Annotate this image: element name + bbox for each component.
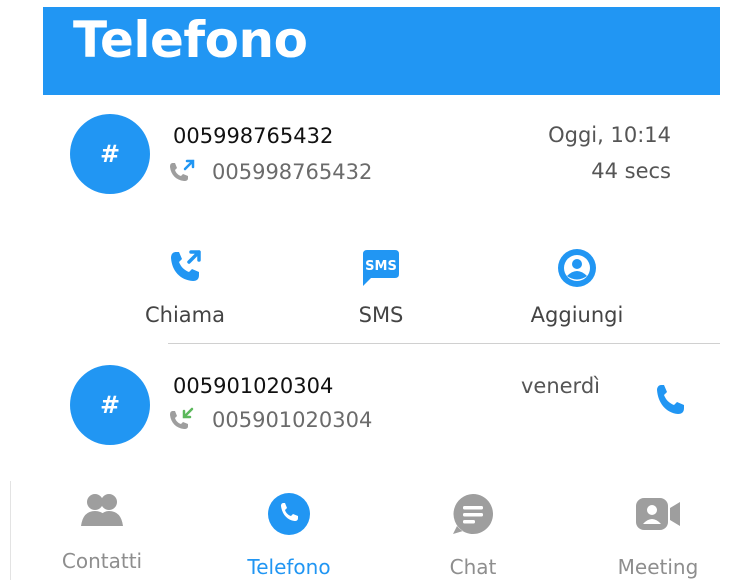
add-contact-action-button[interactable]: Aggiungi bbox=[507, 246, 647, 327]
avatar: # bbox=[70, 114, 150, 194]
incoming-call-icon bbox=[166, 406, 200, 439]
call-date: Oggi, 10:14 bbox=[548, 123, 671, 147]
nav-label-contacts: Contatti bbox=[61, 549, 143, 573]
app-header: Telefono bbox=[43, 7, 720, 95]
page-title: Telefono bbox=[73, 11, 308, 69]
sms-action-button[interactable]: SMS SMS bbox=[311, 246, 451, 327]
sms-icon-text: SMS bbox=[365, 259, 397, 274]
call-action-button[interactable]: Chiama bbox=[115, 246, 255, 327]
call-number: 005901020304 bbox=[173, 374, 334, 398]
call-duration: 44 secs bbox=[591, 159, 671, 183]
nav-tab-meeting[interactable]: Meeting bbox=[583, 492, 733, 579]
nav-label-phone: Telefono bbox=[247, 555, 331, 579]
sms-action-label: SMS bbox=[358, 303, 404, 327]
divider bbox=[168, 343, 720, 344]
phone-icon bbox=[267, 493, 311, 540]
nav-tab-chat[interactable]: Chat bbox=[398, 492, 548, 579]
avatar: # bbox=[70, 365, 150, 445]
outgoing-call-icon bbox=[166, 158, 200, 191]
nav-tab-contacts[interactable]: Contatti bbox=[27, 492, 177, 573]
call-number: 005998765432 bbox=[173, 124, 334, 148]
call-date: venerdì bbox=[520, 374, 600, 398]
contacts-icon bbox=[78, 494, 126, 534]
call-outgoing-icon bbox=[165, 250, 205, 294]
nav-label-meeting: Meeting bbox=[617, 555, 699, 579]
add-contact-action-label: Aggiungi bbox=[530, 303, 624, 327]
add-contact-icon bbox=[555, 249, 599, 294]
call-back-icon[interactable] bbox=[652, 381, 692, 426]
call-sub-number: 005998765432 bbox=[212, 160, 373, 184]
chat-icon bbox=[451, 494, 495, 540]
call-sub-number: 005901020304 bbox=[212, 408, 373, 432]
nav-label-chat: Chat bbox=[449, 555, 497, 579]
nav-divider bbox=[10, 481, 11, 580]
sms-icon: SMS bbox=[357, 250, 405, 294]
call-action-label: Chiama bbox=[144, 303, 225, 327]
nav-tab-phone[interactable]: Telefono bbox=[214, 492, 364, 579]
meeting-icon bbox=[632, 498, 684, 540]
